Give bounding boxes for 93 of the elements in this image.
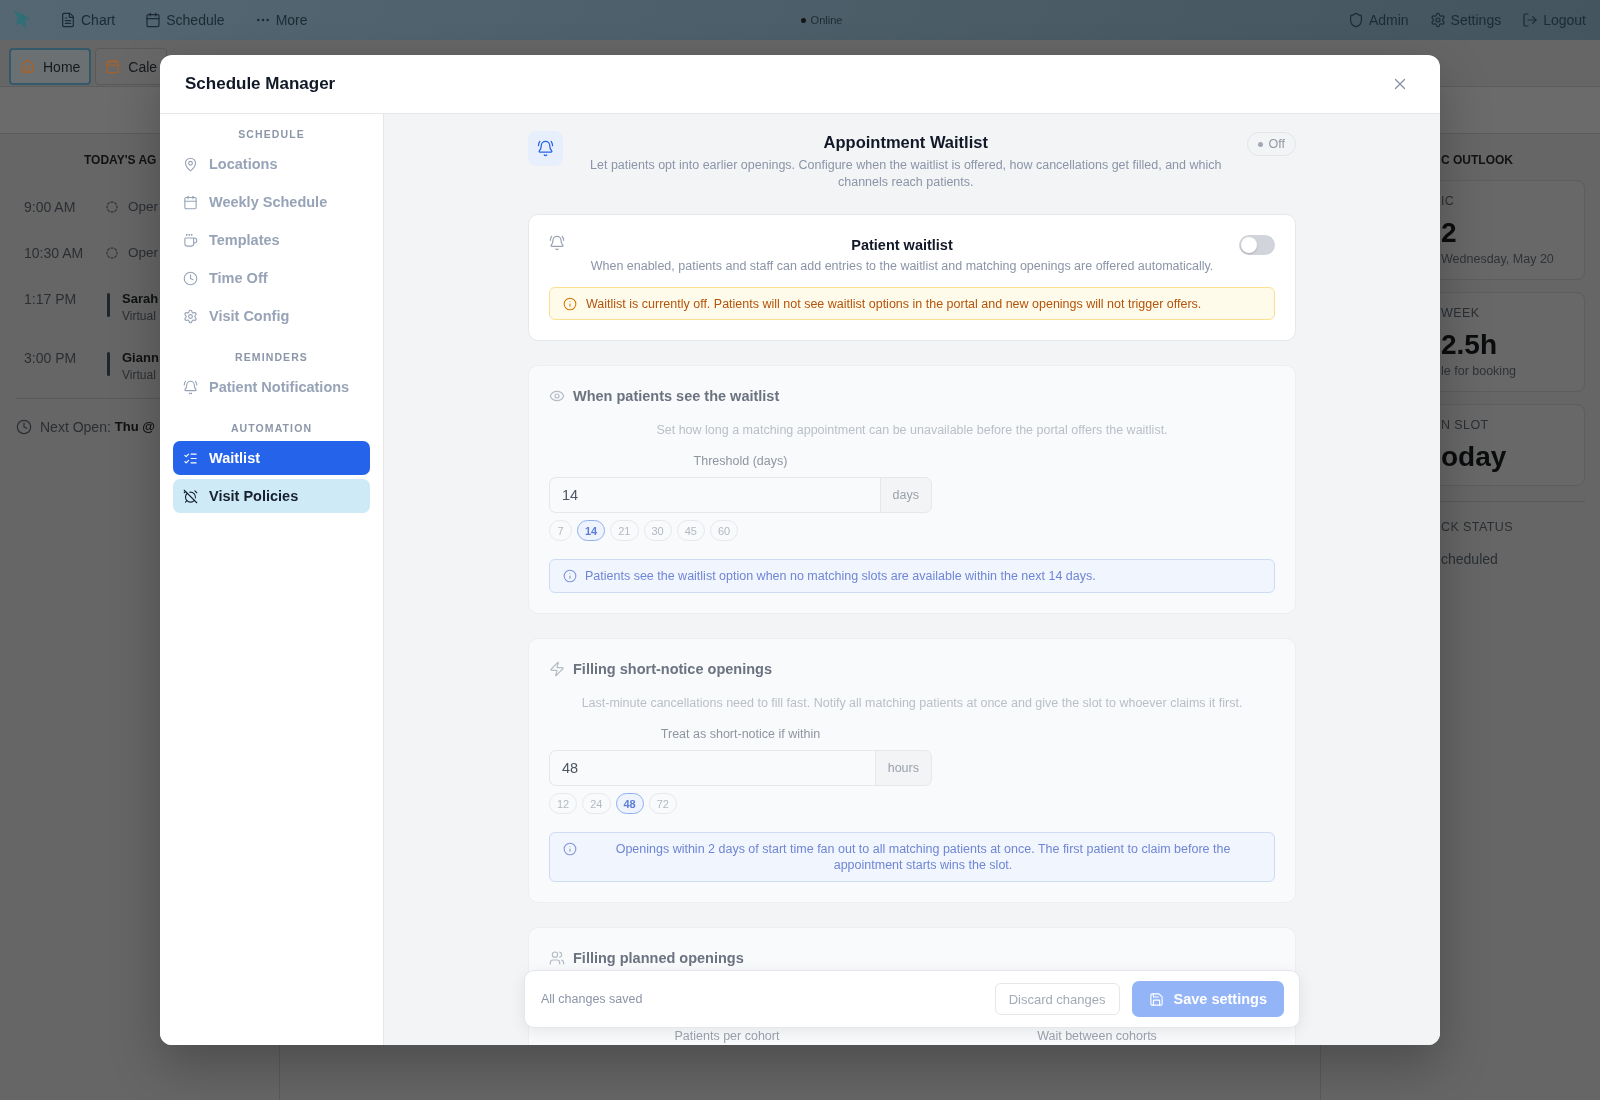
tab[interactable]: Cale bbox=[95, 48, 168, 85]
stat-value: oday bbox=[1441, 441, 1507, 473]
calendar-icon bbox=[145, 12, 162, 28]
save-icon bbox=[1148, 991, 1164, 1007]
map-pin-icon bbox=[183, 156, 198, 172]
visit-type: Virtual bbox=[122, 309, 157, 324]
card-description: Set how long a matching appointment can be unavailable before the portal offers the waitlist. bbox=[655, 422, 1169, 438]
sidebar-heading: REMINDERS bbox=[234, 350, 309, 364]
sidebar-item[interactable]: Locations bbox=[173, 147, 370, 181]
card-title: When patients see the waitlist bbox=[573, 387, 780, 406]
page-title: Appointment Waitlist bbox=[823, 132, 988, 153]
settings-icon bbox=[183, 308, 198, 324]
checklist-icon bbox=[183, 450, 198, 466]
top-nav-item[interactable]: More bbox=[254, 11, 308, 29]
save-status: All changes saved bbox=[541, 991, 643, 1007]
sidebar-item[interactable]: Visit Config bbox=[173, 299, 370, 333]
settings-icon bbox=[1429, 12, 1446, 28]
card-title: Patient waitlist bbox=[851, 236, 953, 255]
patient-name: Giann bbox=[122, 349, 159, 367]
slot-label: Oper bbox=[128, 244, 158, 262]
patient-name: Sarah bbox=[122, 290, 159, 308]
card-title: Filling planned openings bbox=[573, 949, 744, 968]
status-label: CK STATUS bbox=[1441, 519, 1513, 535]
logo-icon bbox=[13, 10, 31, 30]
column-label: Patients per cohort bbox=[673, 1029, 781, 1044]
time-label: 1:17 PM bbox=[24, 290, 78, 309]
sidebar-heading: SCHEDULE bbox=[237, 127, 306, 141]
card-description: When enabled, patients and staff can add entries to the waitlist and matching openings are offered automatically. bbox=[590, 258, 1214, 274]
people-icon bbox=[549, 950, 565, 966]
toggle-switch[interactable] bbox=[1239, 235, 1275, 255]
section-heading: TODAY'S AG bbox=[84, 153, 157, 167]
clock-icon bbox=[183, 270, 198, 286]
page-description: Let patients opt into earlier openings. Configure when the waitlist is offered, how cancellations get filled, and which channels reach patients. bbox=[589, 157, 1223, 190]
next-open-value: Thu @ bbox=[114, 418, 155, 436]
next-open-label: Next Open: bbox=[40, 418, 111, 437]
crossed-clock-icon bbox=[183, 488, 198, 504]
section-heading: C OUTLOOK bbox=[1441, 153, 1513, 167]
sidebar-item[interactable]: Patient Notifications bbox=[173, 370, 370, 404]
bell-icon bbox=[183, 379, 198, 395]
home-icon bbox=[20, 59, 35, 74]
note-text: Patients see the waitlist option when no matching slots are available within the next 14 days. bbox=[585, 568, 1096, 584]
dashed-circle-icon bbox=[106, 201, 118, 213]
unit-label: days bbox=[879, 477, 932, 513]
time-label: 9:00 AM bbox=[24, 198, 77, 217]
bell-icon bbox=[549, 235, 565, 251]
dashed-circle-icon bbox=[106, 247, 118, 259]
bar-marker-icon bbox=[107, 293, 110, 317]
sidebar-item[interactable]: Templates bbox=[173, 223, 370, 257]
document-icon bbox=[60, 12, 76, 28]
field-label: Treat as short-notice if within bbox=[660, 726, 821, 742]
card-title: Filling short-notice openings bbox=[573, 660, 772, 679]
time-label: 10:30 AM bbox=[24, 244, 85, 263]
lightning-icon bbox=[549, 661, 565, 677]
card-description: Last-minute cancellations need to fill fast. Notify all matching patients at once and give the slot to whoever claims it first. bbox=[580, 695, 1244, 711]
top-nav-item[interactable]: Schedule bbox=[145, 11, 225, 29]
info-icon bbox=[563, 569, 577, 583]
top-nav-item[interactable]: Chart bbox=[60, 11, 116, 29]
shield-icon bbox=[1347, 12, 1364, 28]
stat-value: 2.5h bbox=[1441, 329, 1498, 361]
bar-marker-icon bbox=[107, 352, 110, 376]
field-label: Threshold (days) bbox=[693, 453, 788, 469]
slot-label: Oper bbox=[128, 198, 158, 216]
info-icon bbox=[563, 296, 577, 311]
dialog-title: Schedule Manager bbox=[185, 73, 336, 95]
calendar-icon bbox=[105, 59, 121, 74]
visit-type: Virtual bbox=[122, 368, 157, 383]
status-dot-icon bbox=[1257, 141, 1263, 147]
warning-text: Waitlist is currently off. Patients will not see waitlist options in the portal and new openings will not trigger offers. bbox=[586, 295, 1202, 312]
stat-label: WEEK bbox=[1441, 305, 1480, 321]
status-dot-icon bbox=[800, 17, 806, 23]
unit-label: hours bbox=[874, 750, 932, 786]
calendar-icon bbox=[183, 194, 198, 210]
stat-value: 2 bbox=[1441, 217, 1457, 249]
stat-label: IC bbox=[1441, 193, 1455, 209]
column-label: Wait between cohorts bbox=[1036, 1029, 1158, 1044]
sidebar-item[interactable]: Waitlist bbox=[173, 441, 370, 475]
sidebar-item[interactable]: Visit Policies bbox=[173, 479, 370, 513]
clock-icon bbox=[16, 419, 32, 435]
status-text: Off bbox=[1268, 136, 1285, 152]
sidebar-item[interactable]: Weekly Schedule bbox=[173, 185, 370, 219]
cup-icon bbox=[183, 232, 198, 248]
info-icon bbox=[563, 842, 577, 856]
stat-note: Wednesday, May 20 bbox=[1441, 251, 1554, 267]
sidebar-heading: AUTOMATION bbox=[229, 421, 314, 435]
note-text: Openings within 2 days of start time fan out to all matching patients at once. The first patient to claim before the appointment starts wins the slot. bbox=[614, 841, 1232, 873]
logout-icon bbox=[1522, 12, 1539, 28]
status-value: cheduled bbox=[1441, 550, 1498, 569]
stat-label: N SLOT bbox=[1441, 417, 1489, 433]
bell-icon bbox=[528, 131, 563, 166]
time-label: 3:00 PM bbox=[24, 349, 78, 368]
sidebar-item[interactable]: Time Off bbox=[173, 261, 370, 295]
tab[interactable]: Home bbox=[9, 48, 92, 85]
eye-icon bbox=[549, 388, 565, 404]
